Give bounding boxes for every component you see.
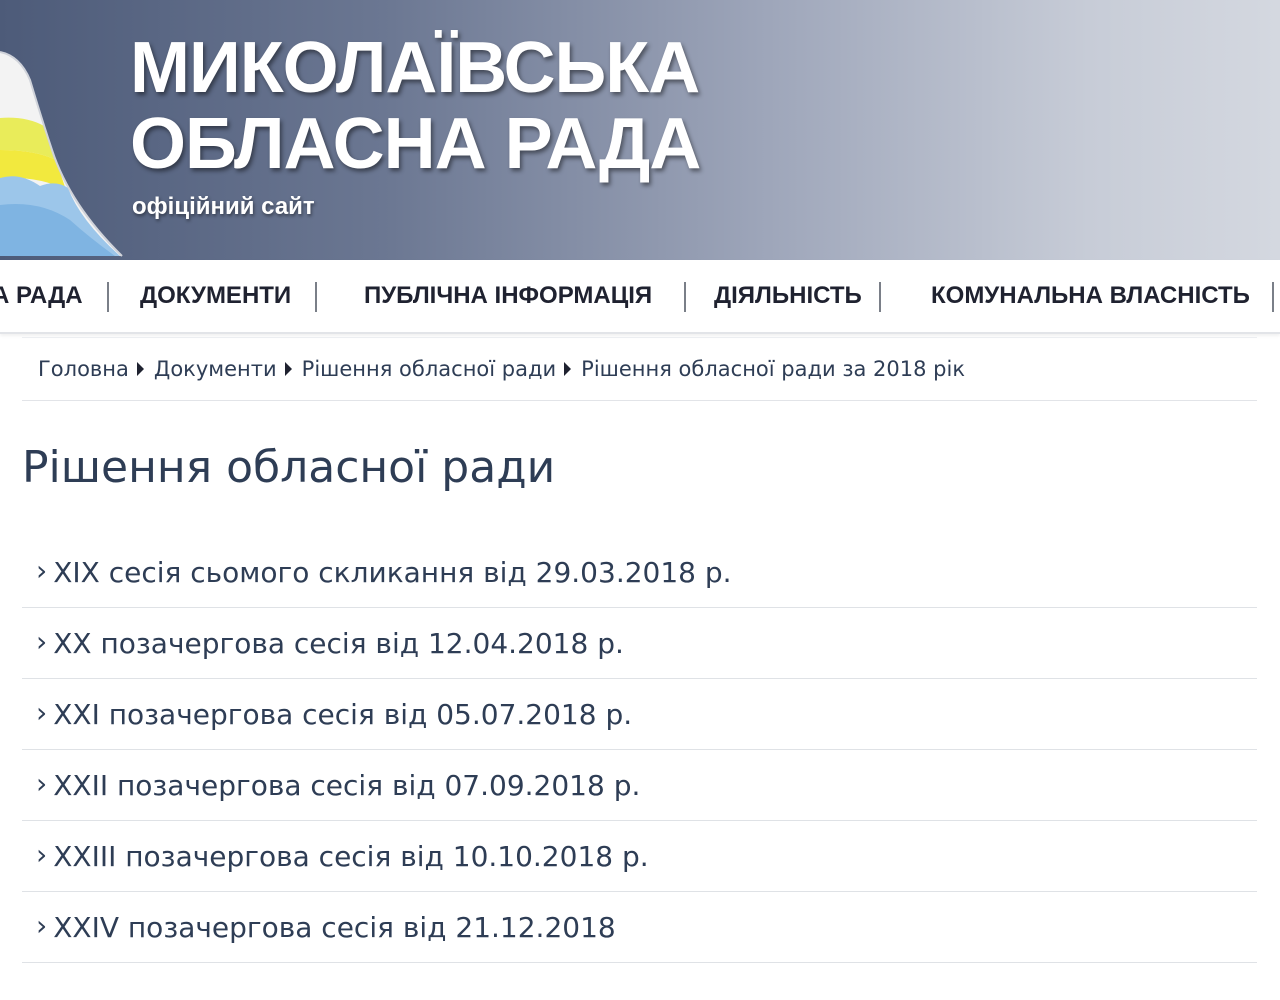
session-list: › XIX сесія сьомого скликання від 29.03.… <box>22 537 1257 963</box>
nav-separator <box>315 282 317 312</box>
breadcrumb-arrow-icon <box>136 362 144 376</box>
site-title[interactable]: МИКОЛАЇВСЬКА ОБЛАСНА РАДА <box>130 28 701 184</box>
chevron-right-icon: › <box>36 909 48 942</box>
nav-item-public-info[interactable]: ПУБЛІЧНА ІНФОРМАЦІЯ <box>364 260 652 332</box>
nav-item-documents[interactable]: ДОКУМЕНТИ <box>140 260 291 332</box>
nav-item-communal-property[interactable]: КОМУНАЛЬНА ВЛАСНІСТЬ <box>931 260 1250 332</box>
main-nav: А РАДА ДОКУМЕНТИ ПУБЛІЧНА ІНФОРМАЦІЯ ДІЯ… <box>0 260 1280 334</box>
breadcrumb-current: Рішення обласної ради за 2018 рік <box>581 357 966 381</box>
breadcrumb-arrow-icon <box>284 362 292 376</box>
breadcrumb: Головна Документи Рішення обласної ради … <box>22 337 1257 401</box>
nav-separator <box>879 282 881 312</box>
list-item[interactable]: › XXIV позачергова сесія від 21.12.2018 <box>22 892 1257 963</box>
chevron-right-icon: › <box>36 767 48 800</box>
chevron-right-icon: › <box>36 696 48 729</box>
session-link[interactable]: XX позачергова сесія від 12.04.2018 р. <box>53 627 624 660</box>
nav-separator <box>107 282 109 312</box>
chevron-right-icon: › <box>36 838 48 871</box>
session-link[interactable]: XXIV позачергова сесія від 21.12.2018 <box>53 911 616 944</box>
nav-separator <box>1272 282 1274 312</box>
nav-item-council[interactable]: А РАДА <box>0 260 83 332</box>
session-link[interactable]: XXI позачергова сесія від 05.07.2018 р. <box>53 698 632 731</box>
oblast-emblem-icon[interactable] <box>0 0 130 260</box>
site-subtitle: офіційний сайт <box>132 193 315 220</box>
list-item[interactable]: › XXI позачергова сесія від 05.07.2018 р… <box>22 679 1257 750</box>
breadcrumb-home[interactable]: Головна <box>38 357 129 381</box>
session-link[interactable]: XXIII позачергова сесія від 10.10.2018 р… <box>53 840 648 873</box>
site-title-line-1: МИКОЛАЇВСЬКА <box>130 28 700 108</box>
list-item[interactable]: › XXII позачергова сесія від 07.09.2018 … <box>22 750 1257 821</box>
session-link[interactable]: XXII позачергова сесія від 07.09.2018 р. <box>53 769 640 802</box>
session-link[interactable]: XIX сесія сьомого скликання від 29.03.20… <box>53 556 731 589</box>
breadcrumb-council-decisions[interactable]: Рішення обласної ради <box>302 357 557 381</box>
chevron-right-icon: › <box>36 554 48 587</box>
list-item[interactable]: › XIX сесія сьомого скликання від 29.03.… <box>22 537 1257 608</box>
list-item[interactable]: › XXIII позачергова сесія від 10.10.2018… <box>22 821 1257 892</box>
site-header: МИКОЛАЇВСЬКА ОБЛАСНА РАДА офіційний сайт <box>0 0 1280 260</box>
breadcrumb-arrow-icon <box>564 362 572 376</box>
page-title: Рішення обласної ради <box>22 442 556 493</box>
breadcrumb-documents[interactable]: Документи <box>154 357 277 381</box>
nav-item-activity[interactable]: ДІЯЛЬНІСТЬ <box>714 260 862 332</box>
nav-separator <box>684 282 686 312</box>
site-title-line-2: ОБЛАСНА РАДА <box>130 104 701 184</box>
chevron-right-icon: › <box>36 625 48 658</box>
list-item[interactable]: › XX позачергова сесія від 12.04.2018 р. <box>22 608 1257 679</box>
